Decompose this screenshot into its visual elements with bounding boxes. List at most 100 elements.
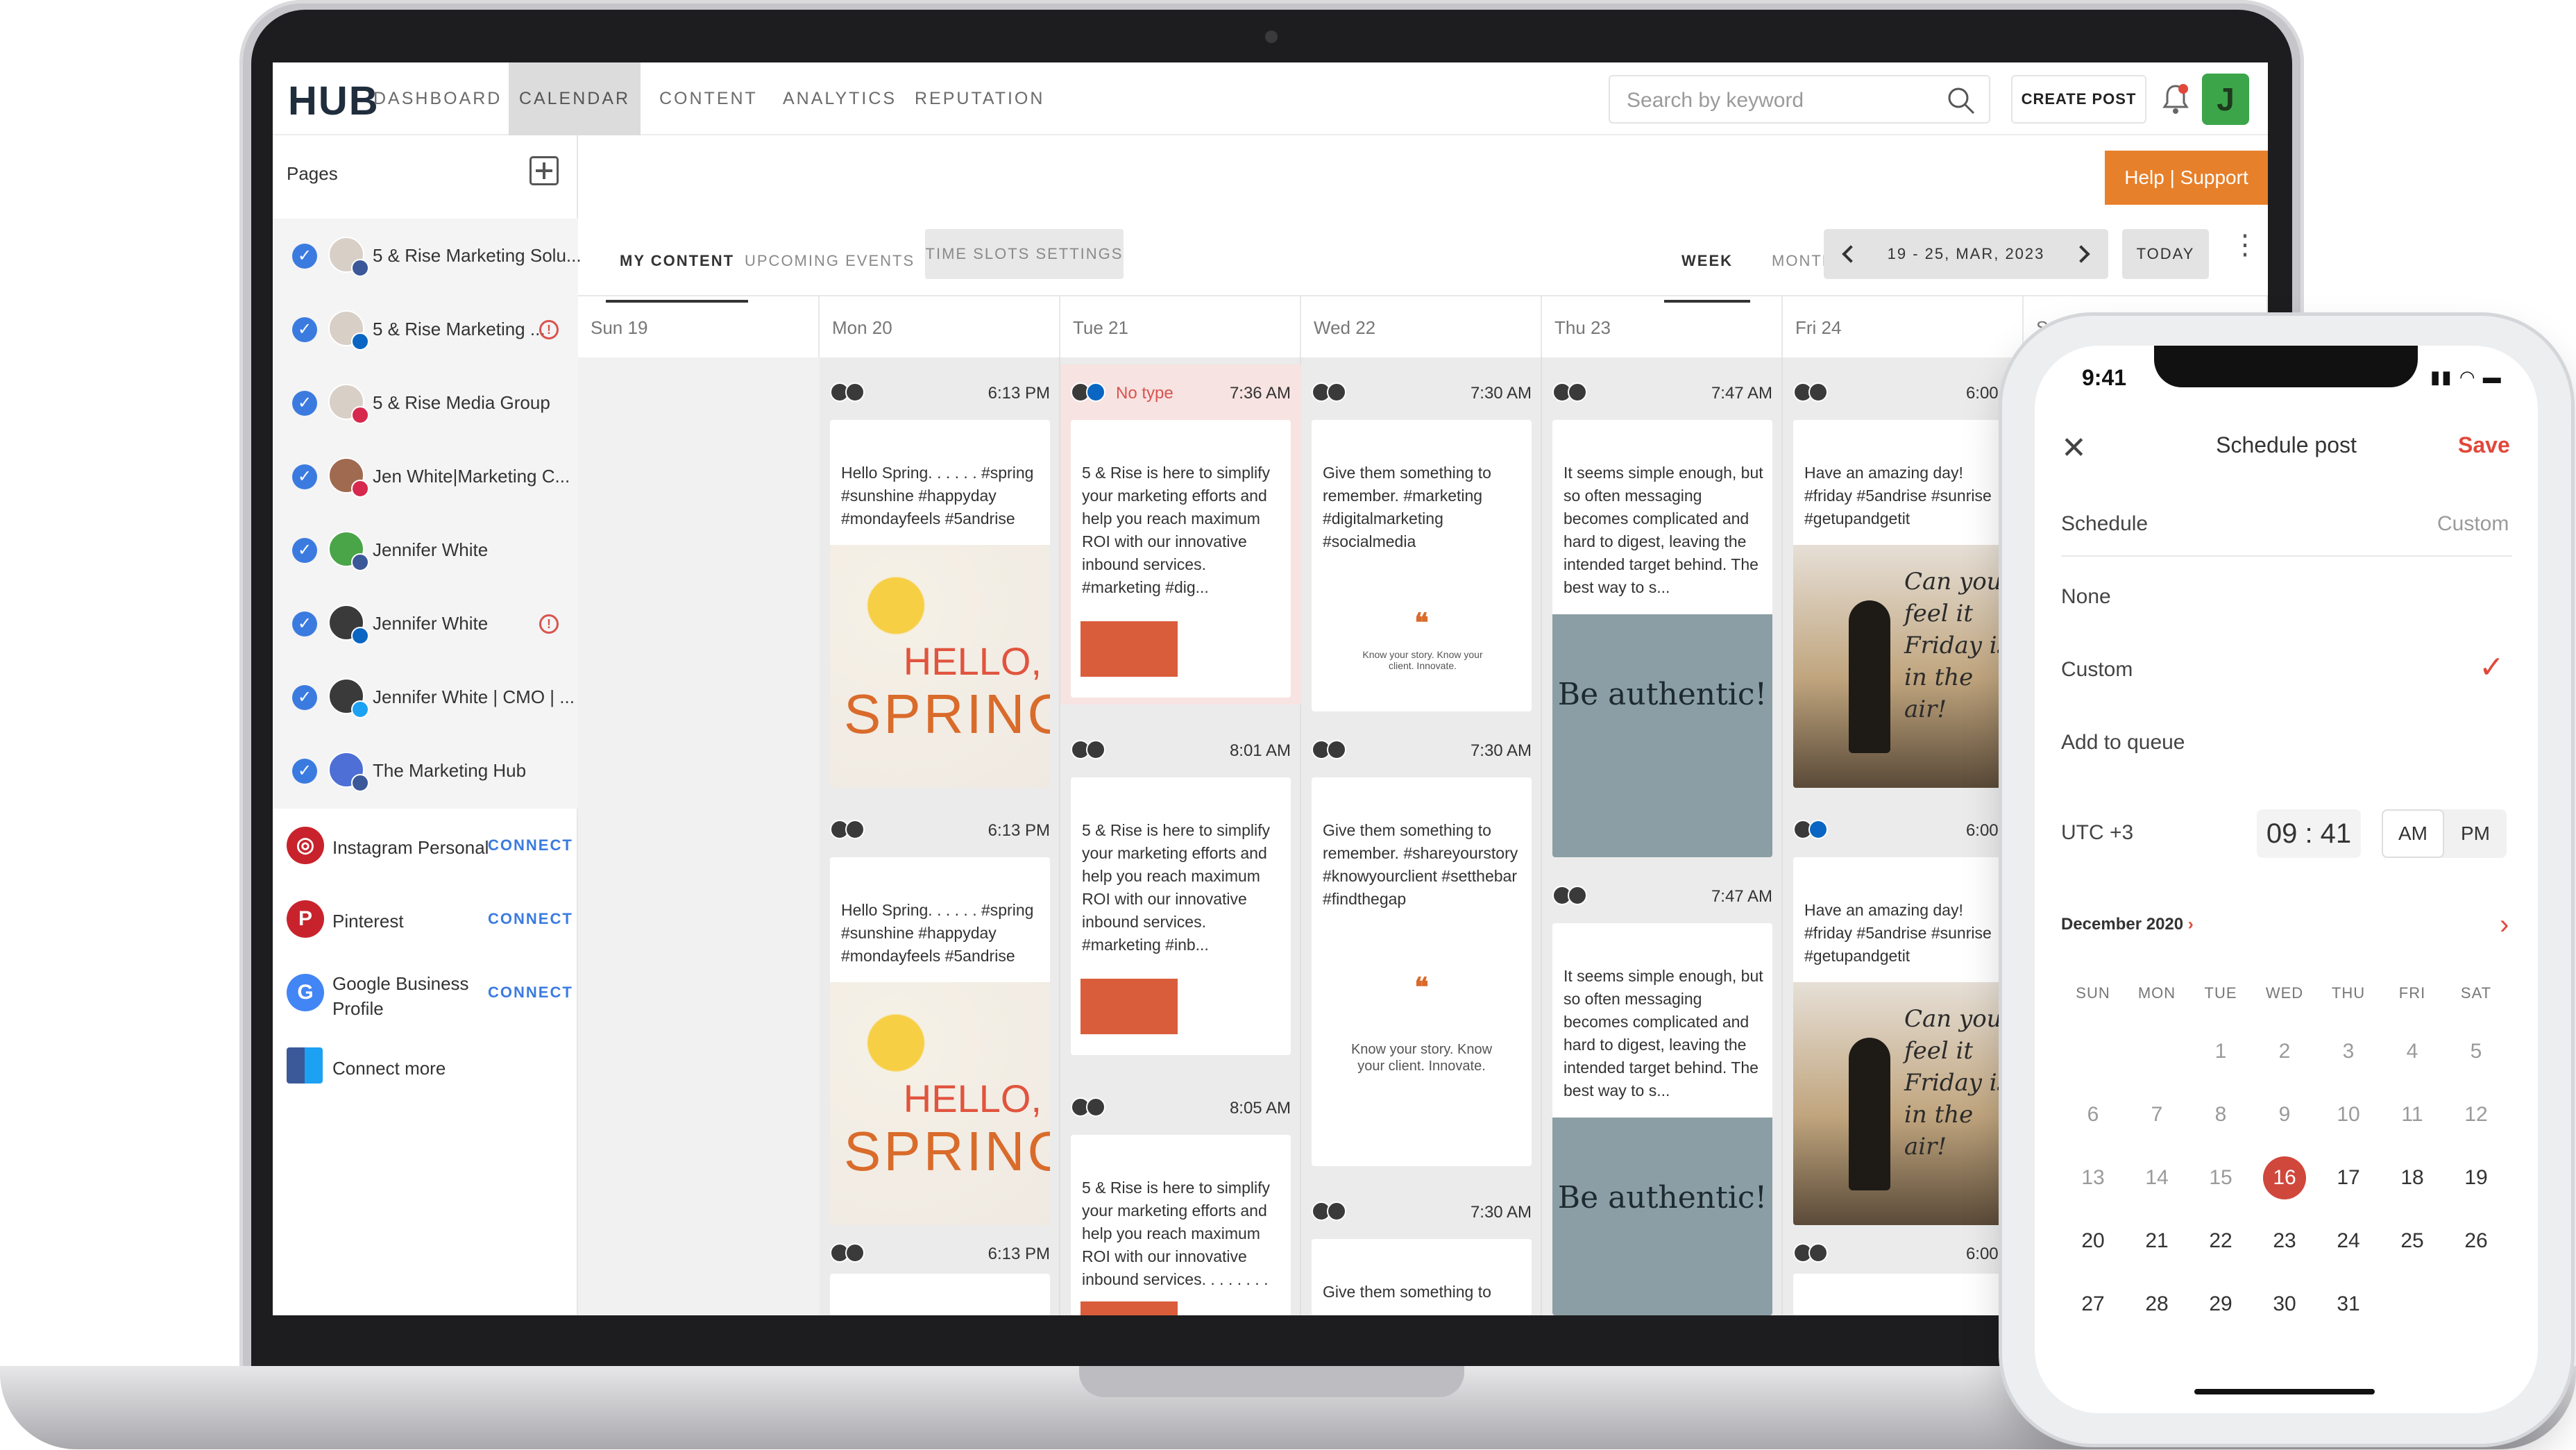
calendar-day[interactable]: 20 xyxy=(2061,1219,2125,1263)
hour-value[interactable]: 09 xyxy=(2266,818,2298,849)
connect-instagram-button[interactable]: CONNECT xyxy=(488,836,573,854)
minute-value[interactable]: 41 xyxy=(2321,818,2352,849)
nav-content[interactable]: CONTENT xyxy=(659,62,758,135)
calendar-day[interactable]: 12 xyxy=(2444,1093,2508,1137)
connect-more-label[interactable]: Connect more xyxy=(332,1056,446,1081)
calendar-day[interactable]: 1 xyxy=(2189,1029,2253,1074)
time-picker[interactable]: 09 : 41 xyxy=(2257,809,2361,858)
checkmark-icon[interactable]: ✓ xyxy=(292,317,317,342)
post-card[interactable] xyxy=(830,1274,1050,1315)
calendar-day[interactable]: 25 xyxy=(2380,1219,2444,1263)
calendar-day[interactable]: 7 xyxy=(2125,1093,2189,1137)
post-card[interactable]: 5 & Rise is here to simplify your market… xyxy=(1071,777,1291,1055)
calendar-day[interactable]: 18 xyxy=(2380,1156,2444,1200)
calendar-day[interactable]: 13 xyxy=(2061,1156,2125,1200)
checkmark-icon[interactable]: ✓ xyxy=(292,685,317,710)
page-row[interactable]: ✓ Jen White|Marketing C... xyxy=(273,439,578,513)
calendar-day[interactable]: 16 xyxy=(2253,1156,2316,1200)
tab-my-content[interactable]: MY CONTENT xyxy=(606,242,749,303)
post-card[interactable]: It seems simple enough, but so often mes… xyxy=(1552,420,1772,857)
bell-icon[interactable] xyxy=(2160,82,2191,115)
post-card[interactable]: Give them something to remember. #sharey… xyxy=(1312,777,1532,1166)
checkmark-icon[interactable]: ✓ xyxy=(292,538,317,563)
calendar-day[interactable]: 31 xyxy=(2316,1282,2380,1326)
calendar-day[interactable]: 6 xyxy=(2061,1093,2125,1137)
connect-google-button[interactable]: CONNECT xyxy=(488,984,573,1002)
calendar-day[interactable]: 22 xyxy=(2189,1219,2253,1263)
page-row[interactable]: ✓ 5 & Rise Marketing ... ! xyxy=(273,292,578,366)
nav-calendar[interactable]: CALENDAR xyxy=(509,62,641,135)
am-button[interactable]: AM xyxy=(2382,809,2444,858)
calendar-day[interactable]: 24 xyxy=(2316,1219,2380,1263)
option-none[interactable]: None xyxy=(2061,585,2512,609)
post-card[interactable]: 5 & Rise is here to simplify your market… xyxy=(1071,420,1291,698)
pm-button[interactable]: PM xyxy=(2444,809,2507,858)
post-card[interactable]: 5 & Rise is here to simplify your market… xyxy=(1071,1135,1291,1315)
calendar-day[interactable]: 4 xyxy=(2380,1029,2444,1074)
checkmark-icon[interactable]: ✓ xyxy=(292,612,317,637)
checkmark-icon[interactable]: ✓ xyxy=(292,244,317,269)
calendar-day[interactable]: 10 xyxy=(2316,1093,2380,1137)
post-card[interactable]: Hello Spring. . . . . . #spring #sunshin… xyxy=(830,420,1050,788)
nav-dashboard[interactable]: DASHBOARD xyxy=(373,62,502,135)
calendar-day[interactable]: 15 xyxy=(2189,1156,2253,1200)
page-row[interactable]: ✓ Jennifer White ! xyxy=(273,587,578,660)
page-row[interactable]: ✓ 5 & Rise Media Group xyxy=(273,366,578,439)
calendar-day[interactable]: 11 xyxy=(2380,1093,2444,1137)
add-page-icon[interactable] xyxy=(529,156,559,185)
connect-more-row[interactable]: Connect more xyxy=(273,1029,578,1103)
search-input[interactable]: Search by keyword xyxy=(1609,75,1990,124)
post-card[interactable]: Have an amazing day! #friday #5andrise #… xyxy=(1793,857,2013,1225)
option-add-to-queue[interactable]: Add to queue xyxy=(2061,731,2512,754)
schedule-value[interactable]: Custom xyxy=(2437,512,2509,536)
warning-icon[interactable]: ! xyxy=(539,320,559,339)
calendar-day[interactable]: 21 xyxy=(2125,1219,2189,1263)
calendar-day[interactable]: 14 xyxy=(2125,1156,2189,1200)
calendar-day[interactable]: 5 xyxy=(2444,1029,2508,1074)
calendar-day[interactable]: 17 xyxy=(2316,1156,2380,1200)
next-month-icon[interactable]: › xyxy=(2500,909,2509,941)
calendar-day[interactable]: 26 xyxy=(2444,1219,2508,1263)
time-slots-settings-button[interactable]: TIME SLOTS SETTINGS xyxy=(925,229,1124,279)
calendar-day[interactable]: 27 xyxy=(2061,1282,2125,1326)
save-button[interactable]: Save xyxy=(2458,432,2510,458)
more-options-icon[interactable]: ⋮ xyxy=(2231,231,2259,259)
post-card[interactable]: Give them something to remember. #market… xyxy=(1312,420,1532,711)
calendar-day[interactable]: 9 xyxy=(2253,1093,2316,1137)
calendar-day[interactable]: 8 xyxy=(2189,1093,2253,1137)
help-support-button[interactable]: Help | Support xyxy=(2105,151,2268,205)
tab-week[interactable]: WEEK xyxy=(1664,242,1750,303)
calendar-day[interactable]: 30 xyxy=(2253,1282,2316,1326)
post-card[interactable]: Give them something to xyxy=(1312,1239,1532,1315)
calendar-day[interactable]: 2 xyxy=(2253,1029,2316,1074)
page-row[interactable]: ✓ The Marketing Hub xyxy=(273,734,578,807)
post-card[interactable] xyxy=(1793,1274,2013,1315)
calendar-day[interactable]: 3 xyxy=(2316,1029,2380,1074)
calendar-day[interactable]: 19 xyxy=(2444,1156,2508,1200)
checkmark-icon[interactable]: ✓ xyxy=(292,759,317,784)
create-post-button[interactable]: CREATE POST xyxy=(2011,75,2146,124)
hub-logo[interactable]: HUB xyxy=(288,78,380,124)
warning-icon[interactable]: ! xyxy=(539,614,559,634)
tab-upcoming-events[interactable]: UPCOMING EVENTS xyxy=(745,242,915,280)
calendar-day[interactable]: 28 xyxy=(2125,1282,2189,1326)
checkmark-icon[interactable]: ✓ xyxy=(292,464,317,489)
connect-pinterest-button[interactable]: CONNECT xyxy=(488,910,573,928)
am-pm-toggle[interactable]: AM PM xyxy=(2382,809,2507,858)
search-icon[interactable] xyxy=(1946,85,1976,116)
nav-reputation[interactable]: REPUTATION xyxy=(915,62,1044,135)
calendar-day[interactable]: 23 xyxy=(2253,1219,2316,1263)
post-card[interactable]: Hello Spring. . . . . . #spring #sunshin… xyxy=(830,857,1050,1225)
post-card[interactable]: It seems simple enough, but so often mes… xyxy=(1552,923,1772,1315)
calendar-day[interactable]: 29 xyxy=(2189,1282,2253,1326)
post-card[interactable]: Have an amazing day! #friday #5andrise #… xyxy=(1793,420,2013,788)
month-label[interactable]: December 2020 › xyxy=(2061,915,2194,934)
today-button[interactable]: TODAY xyxy=(2122,229,2209,279)
page-row[interactable]: ✓ 5 & Rise Marketing Solu... xyxy=(273,219,582,292)
option-custom[interactable]: Custom xyxy=(2061,658,2512,682)
page-row[interactable]: ✓ Jennifer White | CMO | ... xyxy=(273,660,578,734)
page-row[interactable]: ✓ Jennifer White xyxy=(273,513,578,587)
checkmark-icon[interactable]: ✓ xyxy=(292,391,317,416)
user-avatar[interactable]: J xyxy=(2202,74,2249,125)
nav-analytics[interactable]: ANALYTICS xyxy=(783,62,897,135)
